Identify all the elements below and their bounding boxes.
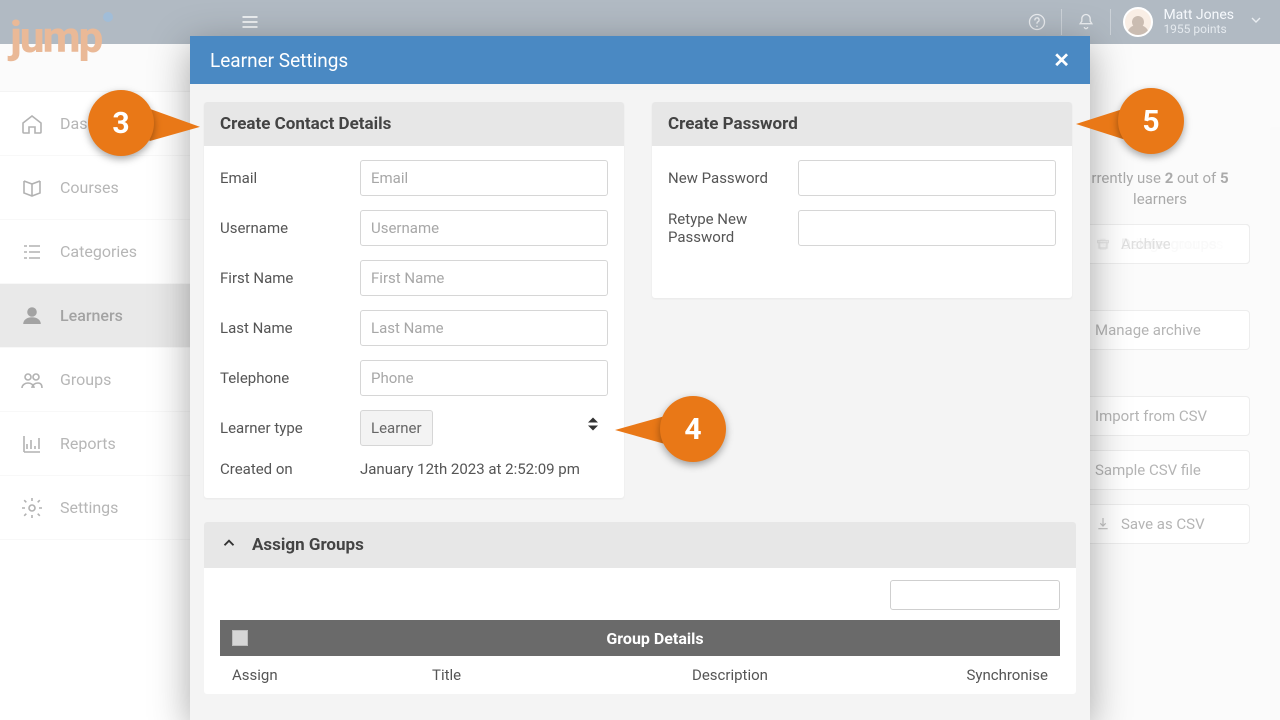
contact-details-panel: Create Contact Details Email Username Fi… bbox=[204, 102, 624, 498]
created-on-label: Created on bbox=[220, 460, 360, 478]
retype-password-label: Retype New Password bbox=[668, 210, 798, 246]
modal-title: Learner Settings bbox=[210, 49, 348, 72]
learner-type-label: Learner type bbox=[220, 419, 360, 437]
groups-table-columns: Assign Title Description Synchronise bbox=[220, 656, 1060, 694]
lastname-input[interactable] bbox=[360, 310, 608, 346]
learner-settings-modal: Learner Settings ✕ Create Contact Detail… bbox=[190, 36, 1090, 720]
callout-tail bbox=[149, 109, 200, 143]
new-password-label: New Password bbox=[668, 169, 798, 187]
chevron-up-icon bbox=[220, 534, 238, 556]
retype-password-input[interactable] bbox=[798, 210, 1056, 246]
firstname-label: First Name bbox=[220, 269, 360, 287]
table-title: Group Details bbox=[262, 629, 1048, 648]
created-on-value: January 12th 2023 at 2:52:09 pm bbox=[360, 460, 580, 478]
callout-tail bbox=[615, 416, 665, 444]
panel-heading: Create Contact Details bbox=[204, 102, 624, 146]
email-input[interactable] bbox=[360, 160, 608, 196]
callout-4: 4 bbox=[660, 396, 726, 462]
telephone-label: Telephone bbox=[220, 369, 360, 387]
learner-type-select[interactable]: Learner bbox=[360, 410, 433, 446]
groups-search-input[interactable] bbox=[890, 580, 1060, 610]
modal-header: Learner Settings ✕ bbox=[190, 36, 1090, 84]
close-icon[interactable]: ✕ bbox=[1053, 48, 1070, 72]
col-title: Title bbox=[432, 666, 692, 684]
username-label: Username bbox=[220, 219, 360, 237]
panel-heading: Assign Groups bbox=[252, 535, 364, 555]
callout-5: 5 bbox=[1118, 88, 1184, 154]
panel-heading: Create Password bbox=[652, 102, 1072, 146]
firstname-input[interactable] bbox=[360, 260, 608, 296]
callout-3: 3 bbox=[88, 90, 154, 156]
col-description: Description bbox=[692, 666, 938, 684]
assign-groups-panel: Assign Groups Group Details Assign Title… bbox=[204, 522, 1076, 694]
assign-groups-toggle[interactable]: Assign Groups bbox=[204, 522, 1076, 568]
col-assign: Assign bbox=[232, 666, 432, 684]
col-synchronise: Synchronise bbox=[938, 666, 1048, 684]
telephone-input[interactable] bbox=[360, 360, 608, 396]
select-all-checkbox[interactable] bbox=[232, 630, 248, 646]
lastname-label: Last Name bbox=[220, 319, 360, 337]
password-panel: Create Password New Password Retype New … bbox=[652, 102, 1072, 298]
email-label: Email bbox=[220, 169, 360, 187]
search-icon bbox=[890, 580, 1060, 610]
username-input[interactable] bbox=[360, 210, 608, 246]
new-password-input[interactable] bbox=[798, 160, 1056, 196]
groups-table-header: Group Details bbox=[220, 620, 1060, 656]
